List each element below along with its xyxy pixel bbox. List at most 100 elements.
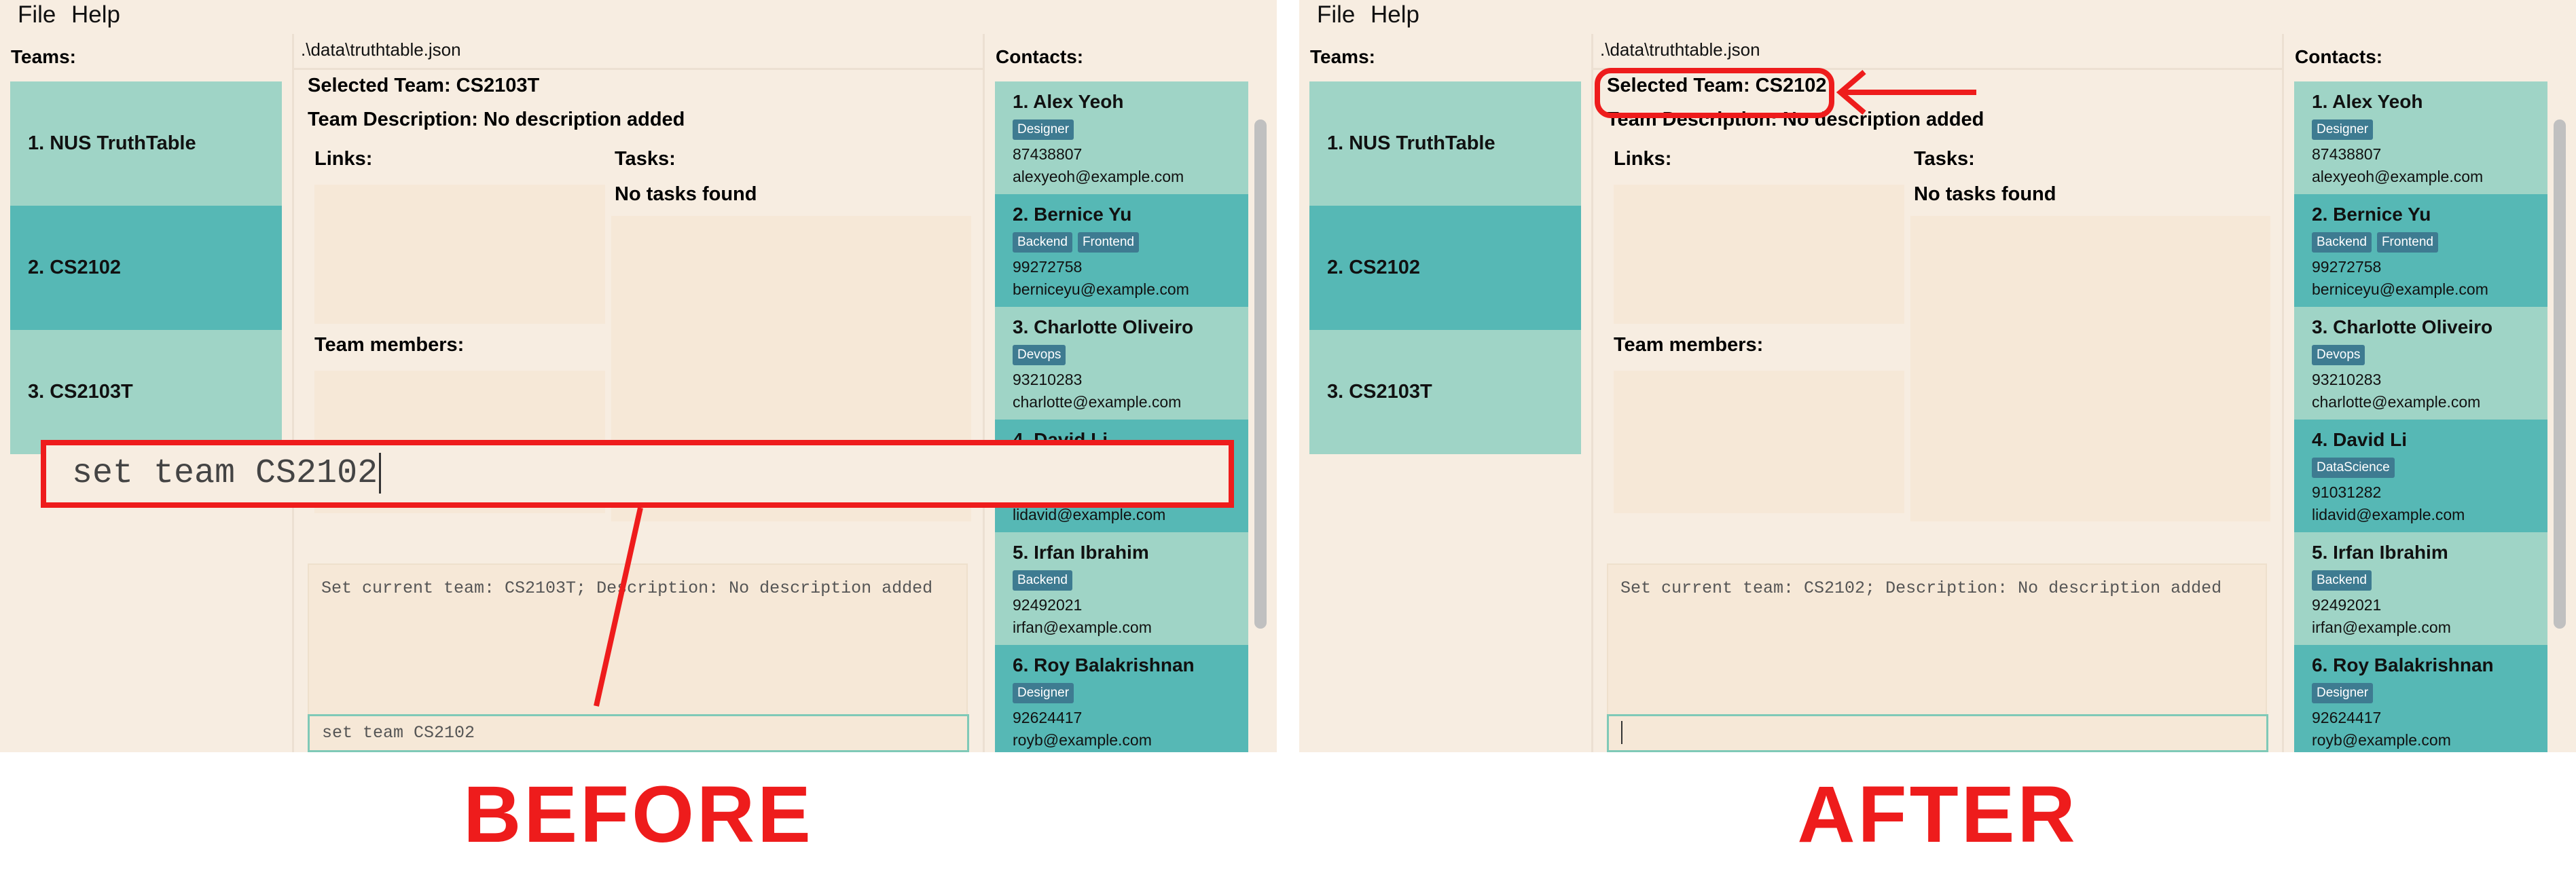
team-info-panel: Selected Team: CS2102 Team Description: … [1593,70,2282,557]
team-card[interactable]: 2. CS2102 [10,206,282,330]
teams-title: Teams: [11,46,76,67]
contact-tag: Frontend [2376,232,2438,253]
after-caption: AFTER [1797,770,2078,859]
before-caption: BEFORE [463,770,814,859]
contact-card[interactable]: 3. Charlotte Oliveiro Devops 93210283 ch… [995,307,1248,420]
command-zoom-label: set team CS2102 [72,454,378,493]
team-members-list [1614,371,1904,513]
contact-name: 6. Roy Balakrishnan [2312,654,2494,675]
contact-card[interactable]: 4. David Li DataScience 91031282 lidavid… [2294,420,2547,532]
contact-email: royb@example.com [2312,731,2451,749]
contact-tag: Designer [1013,119,1074,140]
contact-phone: 92624417 [2312,709,2382,726]
contacts-panel: Contacts: 1. Alex Yeoh Designer 87438807… [985,34,1277,752]
links-list [314,185,605,324]
team-card[interactable]: 2. CS2102 [1309,206,1581,330]
contact-phone: 99272758 [2312,258,2382,276]
contact-email: royb@example.com [1013,731,1152,749]
contact-name: 6. Roy Balakrishnan [1013,654,1195,675]
contact-phone: 92624417 [1013,709,1083,726]
menu-bar: File Help [0,0,1277,34]
contact-tag: Backend [2312,570,2372,591]
contact-tag: Devops [2312,345,2365,365]
contact-card[interactable]: 6. Roy Balakrishnan Designer 92624417 ro… [995,645,1248,752]
contact-card[interactable]: 1. Alex Yeoh Designer 87438807 alexyeoh@… [2294,81,2547,194]
contacts-title: Contacts: [996,46,1084,67]
contact-phone: 99272758 [1013,258,1083,276]
contact-card[interactable]: 5. Irfan Ibrahim Backend 92492021 irfan@… [2294,532,2547,645]
teams-panel: Teams: 1. NUS TruthTable 2. CS2102 3. CS… [0,34,292,752]
team-card[interactable]: 3. CS2103T [1309,330,1581,454]
app-window-before: File Help Teams: 1. NUS TruthTable 2. CS… [0,0,1277,752]
contacts-scrollbar[interactable] [1253,81,1268,752]
file-path: .\data\truthtable.json [1600,39,1760,60]
contacts-scrollbar[interactable] [2552,81,2567,752]
result-display: Set current team: CS2103T; Description: … [308,563,968,728]
command-input[interactable] [1607,714,2268,752]
no-tasks-text: No tasks found [1914,183,2056,205]
contact-email: irfan@example.com [2312,618,2451,636]
contact-phone: 93210283 [2312,371,2382,388]
result-area: Set current team: CS2102; Description: N… [1593,558,2282,735]
contact-name: 1. Alex Yeoh [1013,91,1124,112]
contact-name: 3. Charlotte Oliveiro [1013,316,1194,337]
team-list: 1. NUS TruthTable 2. CS2102 3. CS2103T [1309,81,1581,454]
tasks-list [1910,216,2270,521]
app-window-after: File Help Teams: 1. NUS TruthTable 2. CS… [1299,0,2576,752]
links-list [1614,185,1904,324]
contact-card[interactable]: 5. Irfan Ibrahim Backend 92492021 irfan@… [995,532,1248,645]
contact-email: charlotte@example.com [2312,393,2481,411]
links-title: Links: [1614,148,1672,170]
contact-card[interactable]: 2. Bernice Yu Backend Frontend 99272758 b… [2294,194,2547,307]
tasks-title: Tasks: [615,148,676,170]
contact-phone: 91031282 [2312,483,2382,501]
contact-phone: 92492021 [2312,596,2382,614]
menu-file[interactable]: File [18,0,56,30]
team-description: Team Description: No description added [1607,109,1984,130]
contact-email: berniceyu@example.com [2312,280,2488,298]
contact-phone: 92492021 [1013,596,1083,614]
contact-tag: Devops [1013,345,1066,365]
text-caret [379,452,382,494]
scroll-thumb[interactable] [2554,119,2566,629]
scroll-thumb[interactable] [1254,119,1267,629]
contact-tag: DataScience [2312,458,2395,478]
contact-name: 4. David Li [2312,429,2408,450]
contact-phone: 87438807 [2312,145,2382,163]
selected-team: Selected Team: CS2102 [1607,75,1827,96]
contact-tag: Backend [1013,570,1072,591]
selected-team: Selected Team: CS2103T [308,75,540,96]
contact-name: 2. Bernice Yu [2312,204,2431,225]
team-card[interactable]: 1. NUS TruthTable [10,81,282,206]
contact-email: lidavid@example.com [2312,506,2465,523]
team-members-title: Team members: [314,334,465,356]
main-panel: .\data\truthtable.json Selected Team: CS… [294,34,983,752]
contact-card[interactable]: 2. Bernice Yu Backend Frontend 99272758 b… [995,194,1248,307]
menu-help[interactable]: Help [1371,0,1419,30]
team-members-title: Team members: [1614,334,1764,356]
menu-help[interactable]: Help [71,0,120,30]
result-display: Set current team: CS2102; Description: N… [1607,563,2267,728]
contact-card[interactable]: 3. Charlotte Oliveiro Devops 93210283 ch… [2294,307,2547,420]
contact-name: 3. Charlotte Oliveiro [2312,316,2493,337]
contact-tag: Backend [2312,232,2372,253]
team-description: Team Description: No description added [308,109,685,130]
contact-tag: Designer [1013,683,1074,703]
command-input[interactable]: set team CS2102 [308,714,969,752]
contact-email: charlotte@example.com [1013,393,1182,411]
contact-email: alexyeoh@example.com [1013,168,1184,185]
team-card[interactable]: 3. CS2103T [10,330,282,454]
command-text: set team CS2102 [322,723,475,743]
contact-phone: 87438807 [1013,145,1083,163]
team-card[interactable]: 1. NUS TruthTable [1309,81,1581,206]
contact-tag: Backend [1013,232,1072,253]
teams-title: Teams: [1310,46,1375,67]
contact-card[interactable]: 1. Alex Yeoh Designer 87438807 alexyeoh@… [995,81,1248,194]
result-area: Set current team: CS2103T; Description: … [294,558,983,735]
contact-card[interactable]: 6. Roy Balakrishnan Designer 92624417 ro… [2294,645,2547,752]
contact-email: irfan@example.com [1013,618,1152,636]
menu-file[interactable]: File [1317,0,1355,30]
links-title: Links: [314,148,373,170]
command-zoom-text: set team CS2102 [72,445,382,502]
contact-tag: Designer [2312,683,2374,703]
